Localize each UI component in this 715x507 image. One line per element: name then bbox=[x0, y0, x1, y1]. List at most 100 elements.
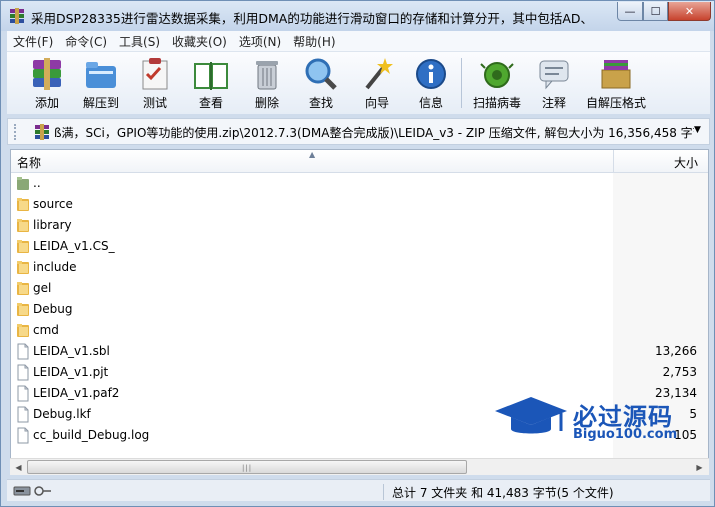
file-row[interactable]: Debug bbox=[11, 299, 708, 320]
comment-button[interactable]: 注释 bbox=[526, 56, 582, 112]
file-row[interactable]: LEIDA_v1.sbl 13,266 bbox=[11, 341, 708, 362]
file-size: 13,266 bbox=[655, 344, 697, 358]
magnifier-icon bbox=[305, 58, 337, 90]
archive-icon bbox=[35, 124, 49, 140]
menu-help[interactable]: 帮助(H) bbox=[287, 33, 341, 50]
menu-tools[interactable]: 工具(S) bbox=[113, 33, 166, 50]
file-icon bbox=[17, 385, 29, 402]
info-button[interactable]: 信息 bbox=[403, 56, 459, 112]
file-name: Debug.lkf bbox=[33, 407, 91, 421]
archive-add-icon bbox=[33, 58, 61, 90]
menu-file[interactable]: 文件(F) bbox=[7, 33, 59, 50]
clipboard-check-icon bbox=[142, 58, 168, 90]
scroll-left-icon[interactable]: ◀ bbox=[10, 459, 27, 475]
window-title: 采用DSP28335进行雷达数据采集，利用DMA的功能进行滑动窗口的存储和计算分… bbox=[31, 11, 591, 26]
close-button[interactable]: ✕ bbox=[668, 2, 711, 21]
add-label: 添加 bbox=[34, 96, 59, 110]
menu-bar: 文件(F) 命令(C) 工具(S) 收藏夹(O) 选项(N) 帮助(H) bbox=[7, 31, 710, 51]
folder-icon bbox=[17, 219, 29, 232]
find-button[interactable]: 查找 bbox=[293, 56, 349, 112]
status-bar: 总计 7 文件夹 和 41,483 字节(5 个文件) bbox=[7, 479, 710, 501]
bug-icon bbox=[480, 62, 514, 88]
file-icon bbox=[17, 364, 29, 381]
folder-icon bbox=[17, 324, 29, 337]
view-label: 查看 bbox=[198, 96, 223, 110]
view-button[interactable]: 查看 bbox=[183, 56, 239, 112]
menu-commands[interactable]: 命令(C) bbox=[59, 33, 113, 50]
test-button[interactable]: 测试 bbox=[127, 56, 183, 112]
file-name: cc_build_Debug.log bbox=[33, 428, 150, 442]
toolbar: 添加 解压到 测试 查看 删除 查找 向导 信息 扫描病毒 注释 自解压格式 bbox=[7, 51, 710, 114]
title-bar: 采用DSP28335进行雷达数据采集，利用DMA的功能进行滑动窗口的存储和计算分… bbox=[1, 1, 714, 31]
column-header: 名称 ▲ 大小 bbox=[11, 150, 708, 173]
file-name: cmd bbox=[33, 323, 59, 337]
address-bar[interactable]: ß满，SCi，GPIO等功能的使用.zip\2012.7.3(DMA整合完成版)… bbox=[7, 118, 710, 145]
file-icon bbox=[17, 427, 29, 444]
file-name: .. bbox=[33, 176, 41, 190]
minimize-button[interactable]: — bbox=[617, 2, 643, 21]
menu-favorites[interactable]: 收藏夹(O) bbox=[166, 33, 233, 50]
folder-icon bbox=[17, 240, 29, 253]
file-row[interactable]: include bbox=[11, 257, 708, 278]
address-grip bbox=[14, 124, 18, 140]
test-label: 测试 bbox=[142, 96, 167, 110]
file-row[interactable]: LEIDA_v1.pjt 2,753 bbox=[11, 362, 708, 383]
file-name: LEIDA_v1.paf2 bbox=[33, 386, 120, 400]
book-view-icon bbox=[194, 62, 228, 90]
sort-up-icon: ▲ bbox=[309, 150, 316, 159]
virus-scan-button[interactable]: 扫描病毒 bbox=[469, 56, 525, 112]
watermark-en: Biguo100.com bbox=[573, 427, 678, 442]
horizontal-scrollbar[interactable]: ◀ ||| ▶ bbox=[10, 458, 709, 475]
toolbar-separator bbox=[461, 58, 462, 108]
file-name: library bbox=[33, 218, 72, 232]
delete-button[interactable]: 删除 bbox=[239, 56, 295, 112]
column-name[interactable]: 名称 bbox=[17, 154, 41, 171]
folder-icon bbox=[17, 303, 29, 316]
info-label: 信息 bbox=[418, 96, 443, 110]
folder-extract-icon bbox=[86, 62, 116, 88]
file-icon bbox=[17, 406, 29, 423]
file-row[interactable]: cmd bbox=[11, 320, 708, 341]
file-row[interactable]: source bbox=[11, 194, 708, 215]
scroll-thumb[interactable]: ||| bbox=[27, 460, 467, 474]
file-name: LEIDA_v1.pjt bbox=[33, 365, 109, 379]
file-row[interactable]: gel bbox=[11, 278, 708, 299]
file-name: gel bbox=[33, 281, 52, 295]
virus-scan-label: 扫描病毒 bbox=[472, 96, 521, 110]
file-row[interactable]: library bbox=[11, 215, 708, 236]
file-icon bbox=[17, 343, 29, 360]
file-row[interactable]: .. bbox=[11, 173, 708, 194]
extract-button[interactable]: 解压到 bbox=[73, 56, 129, 112]
winrar-app-icon bbox=[10, 8, 24, 24]
magic-wand-icon bbox=[365, 58, 393, 90]
file-name: Debug bbox=[33, 302, 73, 316]
drive-key-icon[interactable] bbox=[13, 485, 53, 497]
file-name: include bbox=[33, 260, 77, 274]
graduation-cap-logo-icon bbox=[495, 397, 567, 434]
folder-icon bbox=[17, 282, 29, 295]
folder-icon bbox=[17, 198, 29, 211]
file-name: source bbox=[33, 197, 73, 211]
info-icon bbox=[416, 59, 446, 89]
file-name: LEIDA_v1.CS_ bbox=[33, 239, 115, 253]
sfx-box-icon bbox=[601, 60, 631, 89]
sfx-button[interactable]: 自解压格式 bbox=[583, 56, 649, 112]
file-size: 2,753 bbox=[662, 365, 697, 379]
trash-icon bbox=[256, 61, 278, 90]
folder-icon bbox=[17, 261, 29, 274]
grip-icon: ||| bbox=[242, 464, 253, 472]
status-summary: 总计 7 文件夹 和 41,483 字节(5 个文件) bbox=[383, 484, 614, 500]
scroll-right-icon[interactable]: ▶ bbox=[691, 459, 708, 475]
file-name: LEIDA_v1.sbl bbox=[33, 344, 110, 358]
column-size[interactable]: 大小 bbox=[613, 150, 708, 172]
wizard-button[interactable]: 向导 bbox=[349, 56, 405, 112]
comment-icon bbox=[539, 60, 569, 90]
address-path: ß满，SCi，GPIO等功能的使用.zip\2012.7.3(DMA整合完成版)… bbox=[54, 126, 694, 140]
chevron-down-icon[interactable]: ▼ bbox=[694, 125, 701, 135]
file-row[interactable]: LEIDA_v1.CS_ bbox=[11, 236, 708, 257]
sfx-label: 自解压格式 bbox=[585, 96, 646, 110]
extract-label: 解压到 bbox=[82, 96, 119, 110]
maximize-button[interactable]: ☐ bbox=[643, 2, 668, 21]
menu-options[interactable]: 选项(N) bbox=[233, 33, 287, 50]
add-button[interactable]: 添加 bbox=[19, 56, 75, 112]
